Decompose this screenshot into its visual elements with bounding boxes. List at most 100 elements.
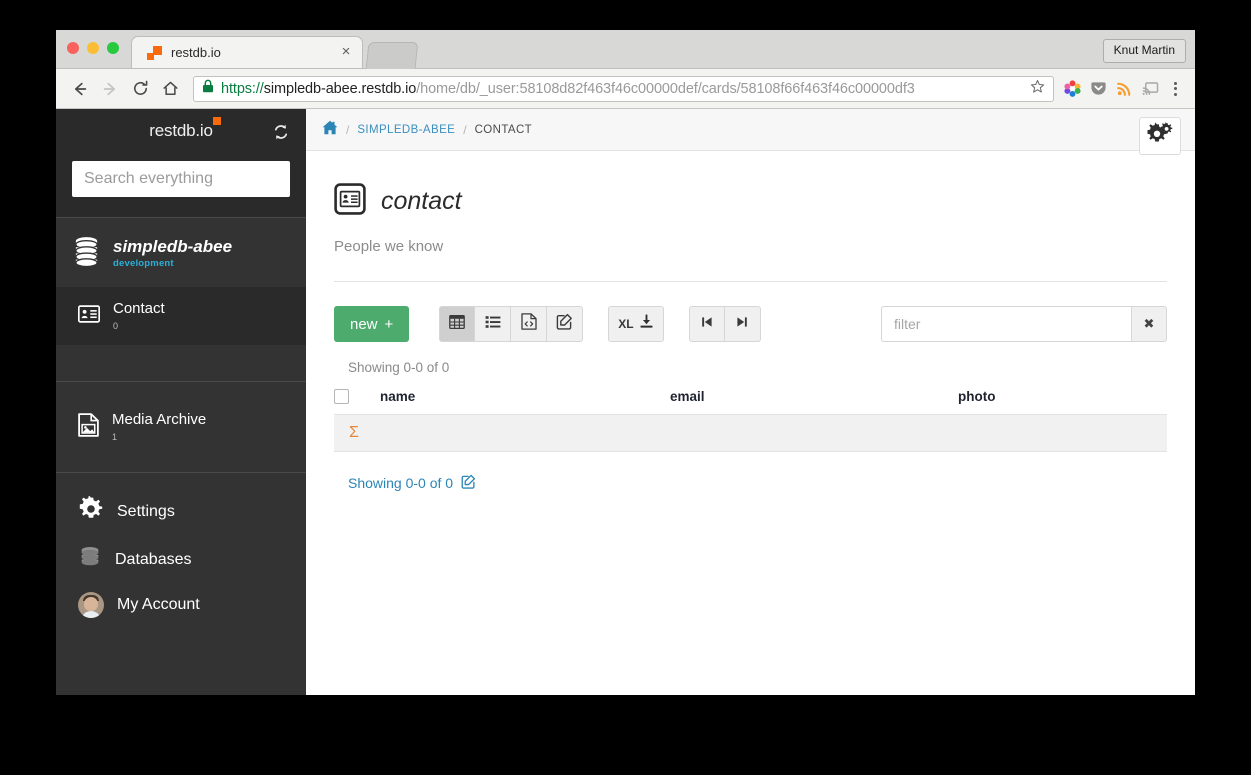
back-icon[interactable] (65, 74, 95, 104)
browser-tab[interactable]: restdb.io × (131, 36, 363, 68)
sidebar-item-label: My Account (117, 596, 200, 614)
restdb-favicon-icon (146, 45, 162, 61)
summary-sigma-cell: Σ (334, 414, 380, 452)
last-page-button[interactable] (724, 306, 761, 342)
url-scheme: https:// (221, 80, 264, 97)
url-path: /home/db/_user:58108d82f463f46c00000def/… (416, 80, 915, 97)
grid-view-button[interactable] (439, 306, 476, 342)
download-icon (639, 314, 654, 334)
kebab-menu-icon[interactable] (1164, 75, 1186, 103)
filter-group: ✖ (881, 306, 1167, 342)
breadcrumb-database-link[interactable]: SIMPLEDB-ABEE (357, 124, 455, 136)
page-viewport: restdb.io Search everything simpledb-abe… (56, 109, 1195, 695)
refresh-icon[interactable] (272, 123, 290, 146)
filter-clear-button[interactable]: ✖ (1131, 306, 1167, 342)
breadcrumb-current: CONTACT (474, 123, 533, 136)
sidebar-item-label: Databases (115, 550, 192, 568)
pocket-icon[interactable] (1086, 75, 1111, 103)
select-all-header (334, 383, 380, 415)
step-backward-icon (700, 315, 714, 334)
table-body: Σ (334, 414, 1167, 452)
collection-header: contact (334, 183, 1167, 220)
app-sidebar: restdb.io Search everything simpledb-abe… (56, 109, 306, 695)
sidebar-item-contact[interactable]: Contact 0 (56, 287, 306, 345)
home-icon[interactable] (155, 74, 185, 104)
select-all-checkbox[interactable] (334, 389, 349, 404)
browser-toolbar: https://simpledb-abee.restdb.io/home/db/… (56, 69, 1195, 109)
form-edit-view-button[interactable] (547, 306, 584, 342)
content-area: contact People we know new + XL filter ✖… (306, 151, 1195, 695)
records-table: name email photo Σ (334, 383, 1167, 452)
sidebar-item-databases[interactable]: Databases (56, 536, 306, 583)
breadcrumb: / SIMPLEDB-ABEE / CONTACT (306, 109, 1195, 151)
column-header-email[interactable]: email (670, 383, 958, 415)
showing-count-bottom[interactable]: Showing 0-0 of 0 (348, 474, 476, 492)
app-logo[interactable]: restdb.io (149, 117, 221, 141)
sidebar-item-my-account[interactable]: My Account (56, 583, 306, 627)
sidebar-item-settings[interactable]: Settings (56, 487, 306, 536)
breadcrumb-separator: / (346, 122, 350, 137)
url-host: simpledb-abee.restdb.io (263, 80, 417, 97)
close-icon[interactable]: × (338, 44, 354, 61)
step-forward-icon (735, 315, 749, 334)
edit-square-icon (556, 313, 573, 335)
lock-icon (202, 79, 214, 98)
forward-icon[interactable] (95, 74, 125, 104)
list-icon (485, 314, 501, 335)
column-header-name[interactable]: name (380, 383, 670, 415)
column-header-photo[interactable]: photo (958, 383, 1167, 415)
export-excel-button[interactable]: XL (608, 306, 664, 342)
summary-name-cell (380, 414, 670, 452)
list-view-button[interactable] (475, 306, 512, 342)
new-button-label: new (350, 315, 378, 333)
code-file-icon (521, 313, 537, 335)
sidebar-database-header[interactable]: simpledb-abee development (56, 218, 306, 287)
image-file-icon (78, 412, 99, 442)
page-title: contact (381, 187, 462, 215)
export-label: XL (618, 317, 634, 331)
section-divider (334, 281, 1167, 282)
search-input[interactable] (72, 161, 290, 197)
screen: restdb.io × Knut Martin https://simpledb… (0, 0, 1251, 775)
table-header-row: name email photo (334, 383, 1167, 415)
breadcrumb-separator: / (463, 122, 467, 137)
sidebar-item-label: Settings (117, 502, 175, 520)
sidebar-item-count: 1 (112, 431, 118, 442)
colorwheel-icon[interactable] (1060, 75, 1085, 103)
extension-icons (1060, 75, 1186, 103)
sidebar-item-label: Contact (113, 300, 165, 318)
browser-titlebar: restdb.io × Knut Martin (56, 30, 1195, 69)
maximize-window-button[interactable] (107, 42, 119, 54)
app-logo-text: restdb.io (149, 121, 213, 140)
browser-window: restdb.io × Knut Martin https://simpledb… (56, 30, 1195, 695)
rss-icon[interactable] (1112, 75, 1137, 103)
new-tab-button[interactable] (365, 42, 419, 69)
settings-button[interactable] (1139, 117, 1181, 155)
plus-icon: + (384, 315, 394, 333)
gears-icon (1147, 121, 1173, 151)
json-view-button[interactable] (511, 306, 548, 342)
profile-button[interactable]: Knut Martin (1102, 39, 1186, 63)
showing-count-top: Showing 0-0 of 0 (348, 360, 450, 375)
first-page-button[interactable] (688, 306, 725, 342)
database-env: development (113, 257, 174, 269)
new-record-button[interactable]: new + (334, 306, 410, 342)
sidebar-item-label: Media Archive (112, 411, 207, 429)
showing-count-bottom-label: Showing 0-0 of 0 (348, 475, 454, 491)
edit-square-icon[interactable] (461, 474, 476, 492)
vcard-icon (334, 183, 366, 220)
url-text: https://simpledb-abee.restdb.io/home/db/… (221, 81, 915, 97)
sidebar-item-media-archive[interactable]: Media Archive 1 (56, 382, 306, 472)
close-window-button[interactable] (67, 42, 79, 54)
home-icon[interactable] (322, 120, 338, 140)
filter-input[interactable] (881, 306, 1131, 342)
address-bar[interactable]: https://simpledb-abee.restdb.io/home/db/… (193, 75, 1054, 102)
cast-icon[interactable] (1138, 75, 1163, 103)
sidebar-item-count: 0 (113, 320, 119, 331)
reload-icon[interactable] (125, 74, 155, 104)
bookmark-star-icon[interactable] (1024, 79, 1045, 99)
sum-icon[interactable]: Σ (335, 424, 359, 441)
table-summary-row: Σ (334, 414, 1167, 452)
tab-title: restdb.io (171, 45, 221, 60)
minimize-window-button[interactable] (87, 42, 99, 54)
